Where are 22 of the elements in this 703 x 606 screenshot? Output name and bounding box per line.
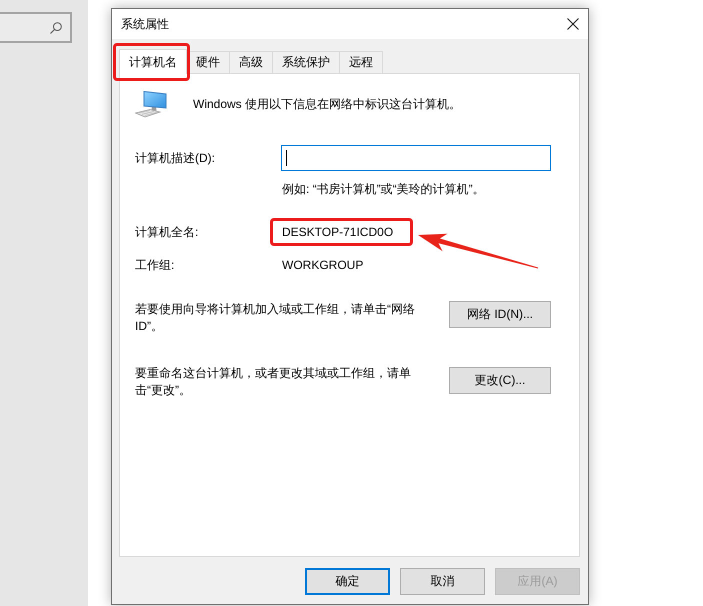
hint-text: 例如: “书房计算机”或“美玲的计算机”。: [282, 182, 485, 196]
field-label: 工作组:: [135, 257, 176, 273]
instruction-text: 若要使用向导将计算机加入域或工作组，请单击“网络 ID”。: [135, 301, 416, 335]
close-icon: [567, 18, 579, 30]
ok-button[interactable]: 确定: [305, 568, 390, 595]
field-value: DESKTOP-71ICD0O: [282, 224, 394, 240]
action-button[interactable]: 更改(C)...: [449, 367, 551, 394]
tab[interactable]: 计算机名: [119, 49, 187, 74]
field-label: 计算机描述(D):: [135, 150, 216, 166]
cancel-button[interactable]: 取消: [400, 568, 485, 595]
instruction-text: 要重命名这台计算机，或者更改其域或工作组，请单击“更改”。: [135, 365, 412, 399]
intro-text: Windows 使用以下信息在网络中标识这台计算机。: [193, 96, 462, 112]
search-field[interactable]: [0, 12, 72, 43]
action-button[interactable]: 网络 ID(N)...: [449, 301, 551, 328]
field-value: WORKGROUP: [282, 257, 364, 273]
search-icon: [50, 22, 62, 34]
computer-icon: [135, 90, 167, 118]
text-cursor-icon: [286, 150, 287, 166]
field-label: 计算机全名:: [135, 224, 200, 240]
description-field[interactable]: [281, 145, 551, 171]
window-title: 系统属性: [121, 16, 169, 32]
tab[interactable]: 远程: [339, 51, 383, 73]
